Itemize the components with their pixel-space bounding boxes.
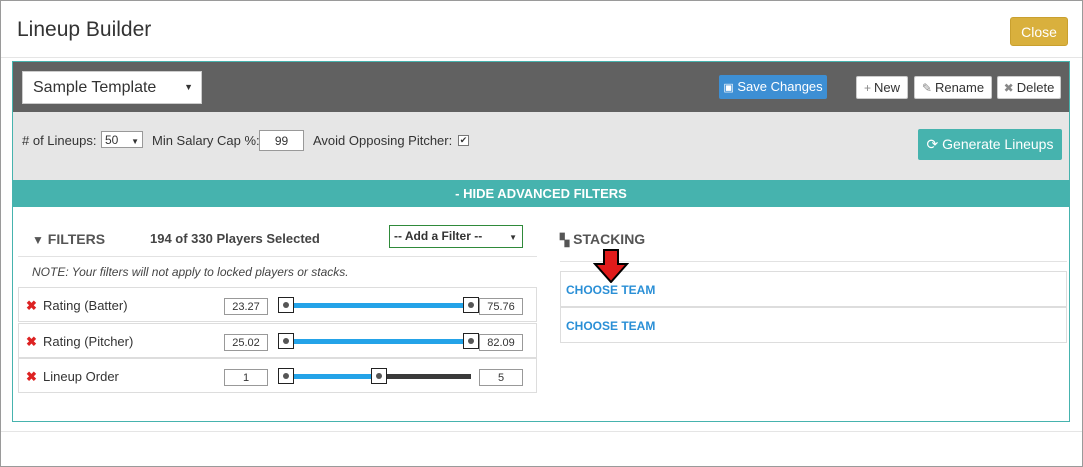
remove-filter-icon[interactable]: ✖	[26, 369, 37, 385]
rename-label: Rename	[934, 80, 985, 95]
stacking-heading-label: STACKING	[573, 231, 646, 247]
times-icon: ✖	[1003, 81, 1014, 95]
options-bar: # of Lineups: 50 ▼ Min Salary Cap %: 99 …	[13, 112, 1069, 180]
template-select-value: Sample Template	[33, 79, 157, 96]
filter-max-input[interactable]: 75.76	[479, 298, 523, 315]
avoid-pitcher-checkbox[interactable]: ✔	[458, 135, 469, 146]
filters-note: NOTE: Your filters will not apply to loc…	[32, 265, 349, 279]
caret-down-icon: ▼	[184, 82, 193, 92]
stacking-divider	[560, 261, 1067, 262]
filter-label: Rating (Batter)	[43, 298, 128, 313]
filters-heading-label: FILTERS	[47, 231, 106, 247]
refresh-icon: ⟳	[926, 136, 939, 152]
range-slider[interactable]	[278, 368, 471, 384]
plus-icon: +	[863, 81, 871, 95]
modal-title: Lineup Builder	[17, 18, 152, 41]
lineup-builder-modal: Lineup Builder Close Sample Template ▼ ▣…	[0, 0, 1083, 467]
filter-row: ✖ Lineup Order 1 5	[18, 358, 537, 393]
builder-panel: Sample Template ▼ ▣ Save Changes + New ✎ R…	[12, 61, 1070, 422]
slider-max-handle[interactable]	[370, 368, 387, 384]
slider-fill	[286, 303, 471, 308]
template-toolbar: Sample Template ▼ ▣ Save Changes + New ✎ R…	[13, 62, 1069, 112]
filter-min-input[interactable]: 25.02	[224, 334, 268, 351]
slider-min-handle[interactable]	[278, 333, 294, 349]
filter-max-input[interactable]: 82.09	[479, 334, 523, 351]
modal-footer-divider	[1, 431, 1082, 432]
remove-filter-icon[interactable]: ✖	[26, 334, 37, 350]
lineups-label: # of Lineups:	[22, 133, 97, 148]
stack-team-row[interactable]: CHOOSE TEAM	[560, 307, 1067, 343]
rename-button[interactable]: ✎ Rename	[914, 76, 992, 99]
hide-advanced-filters-toggle[interactable]: - HIDE ADVANCED FILTERS	[13, 180, 1069, 207]
delete-label: Delete	[1016, 80, 1055, 95]
sitemap-icon: ▚	[560, 233, 570, 247]
modal-header: Lineup Builder Close	[1, 1, 1082, 58]
salary-label: Min Salary Cap %:	[152, 133, 260, 148]
red-arrow-icon	[593, 249, 629, 283]
floppy-disk-icon: ▣	[723, 82, 734, 94]
new-label: New	[874, 80, 901, 95]
save-changes-label: Save Changes	[737, 79, 823, 94]
filter-label: Rating (Pitcher)	[43, 334, 134, 349]
save-changes-button[interactable]: ▣ Save Changes	[719, 75, 827, 99]
filter-row: ✖ Rating (Pitcher) 25.02 82.09	[18, 323, 537, 358]
slider-max-handle[interactable]	[463, 297, 479, 313]
avoid-pitcher-label: Avoid Opposing Pitcher:	[313, 133, 453, 148]
caret-down-icon: ▼	[131, 137, 139, 146]
filters-heading: ▼ FILTERS	[32, 231, 105, 247]
slider-fill	[286, 374, 379, 379]
filter-row: ✖ Rating (Batter) 23.27 75.76	[18, 287, 537, 322]
range-slider[interactable]	[278, 297, 479, 313]
generate-lineups-label: Generate Lineups	[942, 136, 1054, 152]
stack-team-row[interactable]: CHOOSE TEAM	[560, 271, 1067, 307]
generate-lineups-button[interactable]: ⟳ Generate Lineups	[918, 129, 1062, 160]
filter-label: Lineup Order	[43, 369, 119, 384]
lineups-select[interactable]: 50 ▼	[101, 131, 143, 148]
lineups-select-value: 50	[105, 133, 119, 147]
filters-divider	[18, 256, 537, 257]
remove-filter-icon[interactable]: ✖	[26, 298, 37, 314]
players-selected-count: 194 of 330 Players Selected	[150, 231, 320, 246]
slider-min-handle[interactable]	[278, 297, 294, 313]
add-filter-value: -- Add a Filter --	[394, 229, 483, 243]
stacking-heading: ▚ STACKING	[560, 231, 645, 247]
range-slider[interactable]	[278, 333, 479, 349]
slider-min-handle[interactable]	[278, 368, 294, 384]
delete-button[interactable]: ✖ Delete	[997, 76, 1061, 99]
slider-max-handle[interactable]	[463, 333, 479, 349]
slider-fill	[286, 339, 471, 344]
caret-down-icon: ▼	[509, 233, 517, 242]
new-button[interactable]: + New	[856, 76, 908, 99]
template-select[interactable]: Sample Template ▼	[22, 71, 202, 104]
salary-cap-input[interactable]: 99	[259, 130, 304, 151]
choose-team-link[interactable]: CHOOSE TEAM	[566, 283, 655, 297]
filter-min-input[interactable]: 1	[224, 369, 268, 386]
edit-icon: ✎	[921, 81, 932, 95]
filter-funnel-icon: ▼	[32, 233, 44, 247]
add-filter-select[interactable]: -- Add a Filter -- ▼	[389, 225, 523, 248]
filter-min-input[interactable]: 23.27	[224, 298, 268, 315]
choose-team-link[interactable]: CHOOSE TEAM	[566, 319, 655, 333]
close-button[interactable]: Close	[1010, 17, 1068, 46]
filter-max-input[interactable]: 5	[479, 369, 523, 386]
